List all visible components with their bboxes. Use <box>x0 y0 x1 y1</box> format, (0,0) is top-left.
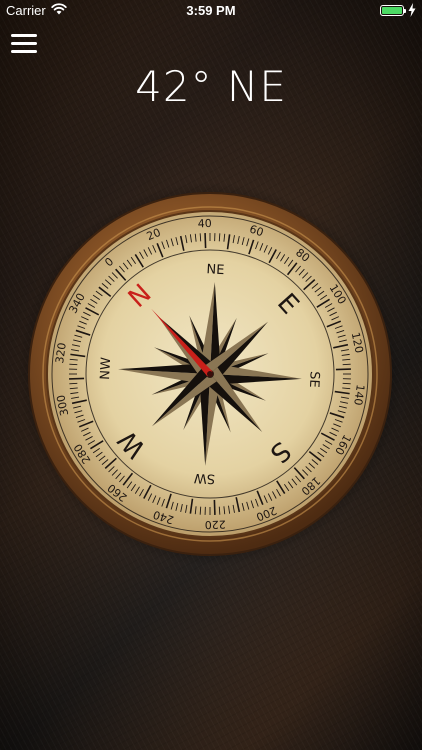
direction-letter-sw: SW <box>193 470 215 486</box>
status-time: 3:59 PM <box>186 3 236 18</box>
direction-letter-nw: NW <box>98 357 114 380</box>
degree-label: 220 <box>205 518 226 532</box>
dial-tick <box>218 506 221 515</box>
menu-line <box>11 34 37 37</box>
battery-fill <box>382 7 402 14</box>
dial-tick <box>342 363 351 366</box>
dial-tick <box>342 382 351 385</box>
dial-tick <box>69 382 78 385</box>
dial-tick <box>213 499 216 515</box>
needle-pivot <box>207 371 213 377</box>
menu-line <box>11 50 37 53</box>
dial-tick <box>199 233 202 242</box>
dial-tick <box>69 363 78 366</box>
charging-bolt-icon <box>408 3 416 17</box>
direction-letter-se: SE <box>306 371 322 388</box>
dial-tick <box>199 506 202 515</box>
heading-readout: 42° NE <box>135 62 287 111</box>
compass-screen: Carrier 3:59 PM 42° NE 0 20 40 60 80 100… <box>0 0 422 750</box>
dial-tick <box>218 233 221 242</box>
degree-label: 40 <box>198 217 212 230</box>
direction-letter-ne: NE <box>206 262 225 278</box>
dial-tick <box>335 368 351 371</box>
menu-line <box>11 42 37 45</box>
hamburger-menu-icon[interactable] <box>11 34 37 54</box>
compass-dial[interactable]: 02040 60801001201401601802002202402602803… <box>18 182 402 566</box>
status-bar: Carrier 3:59 PM <box>0 0 422 22</box>
dial-tick <box>69 377 85 380</box>
battery-tip <box>404 9 406 13</box>
battery-icon <box>380 5 406 16</box>
dial-tick <box>204 233 207 249</box>
